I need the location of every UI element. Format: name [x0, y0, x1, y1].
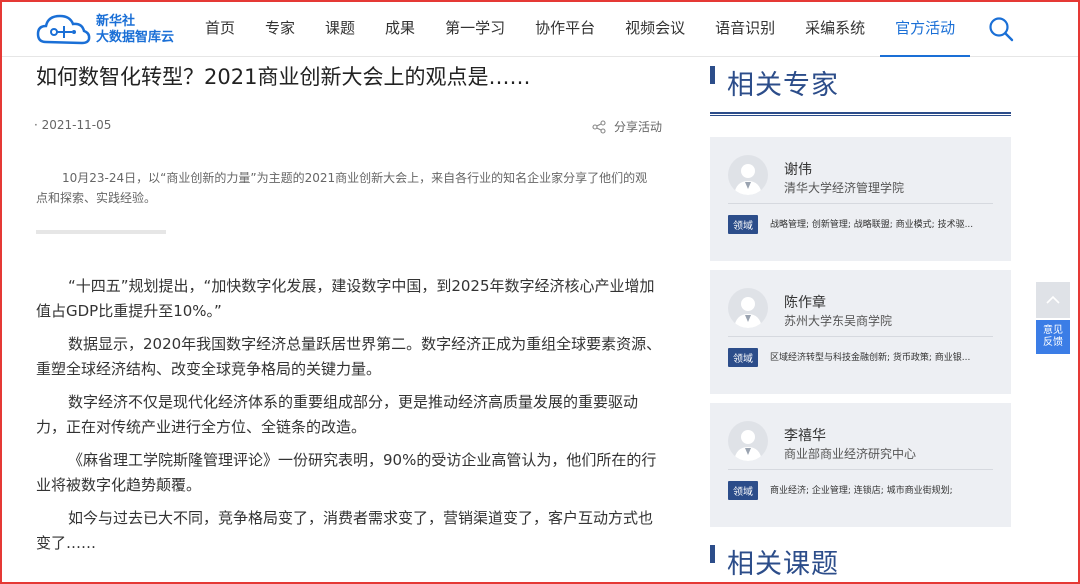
main-nav: 首页 专家 课题 成果 第一学习 协作平台 视频会议 语音识别 采编系统 官方活…: [190, 0, 971, 57]
related-experts-heading: 相关专家: [710, 60, 1012, 104]
nav-item-video[interactable]: 视频会议: [610, 0, 700, 57]
expert-org: 苏州大学东吴商学院: [784, 314, 893, 328]
article-body: “十四五”规划提出，“加快数字化发展，建设数字中国，到2025年数字经济核心产业…: [36, 274, 664, 556]
heading-underline: [710, 112, 1011, 116]
share-icon: [592, 119, 606, 134]
sidebar: 相关专家 谢伟 清华大学经济管理学院 领域 战略管理; 创新管理; 战略联盟; …: [710, 60, 1012, 583]
nav-item-learning[interactable]: 第一学习: [430, 0, 520, 57]
expert-name: 李禧华: [784, 428, 826, 444]
expert-list: 谢伟 清华大学经济管理学院 领域 战略管理; 创新管理; 战略联盟; 商业模式;…: [710, 137, 1012, 527]
share-label: 分享活动: [613, 120, 662, 134]
summary-divider: [36, 230, 166, 234]
person-icon: [734, 297, 762, 328]
heading-bar: [710, 66, 715, 84]
person-icon: [734, 430, 762, 461]
field-tag: 领域: [728, 348, 758, 367]
logo-line-1: 新华社: [96, 14, 136, 29]
article: 如何数智化转型？2021商业创新大会上的观点是…… · 2021-11-05 分…: [34, 60, 664, 564]
publish-date: · 2021-11-05: [34, 118, 112, 132]
expert-card[interactable]: 谢伟 清华大学经济管理学院 领域 战略管理; 创新管理; 战略联盟; 商业模式;…: [710, 137, 1011, 261]
expert-card[interactable]: 陈作章 苏州大学东吴商学院 领域 区域经济转型与科技金融创新; 货币政策; 商业…: [710, 270, 1011, 394]
expert-fields: 区域经济转型与科技金融创新; 货币政策; 商业银...: [770, 353, 971, 363]
nav-item-topics[interactable]: 课题: [310, 0, 370, 57]
search-icon[interactable]: [988, 16, 1014, 42]
avatar: [728, 155, 768, 195]
related-topics-heading: 相关课题: [710, 539, 1012, 583]
back-to-top-button[interactable]: [1036, 282, 1070, 318]
nav-item-speech[interactable]: 语音识别: [700, 0, 790, 57]
cloud-logo-icon: [36, 14, 91, 45]
article-summary: 10月23-24日，以“商业创新的力量”为主题的2021商业创新大会上，来自各行…: [36, 171, 648, 205]
related-experts-title: 相关专家: [727, 69, 839, 101]
field-tag: 领域: [728, 481, 758, 500]
nav-item-editing[interactable]: 采编系统: [790, 0, 880, 57]
article-meta: · 2021-11-05 分享活动: [34, 118, 664, 138]
nav-item-events[interactable]: 官方活动: [880, 0, 971, 57]
avatar: [728, 288, 768, 328]
top-header: 新华社 大数据智库云 首页 专家 课题 成果 第一学习 协作平台 视频会议 语音…: [0, 0, 1080, 57]
expert-fields: 战略管理; 创新管理; 战略联盟; 商业模式; 技术驱...: [770, 220, 974, 230]
heading-bar: [710, 545, 715, 563]
article-title: 如何数智化转型？2021商业创新大会上的观点是……: [36, 65, 531, 89]
card-divider: [728, 203, 993, 204]
article-paragraph: 《麻省理工学院斯隆管理评论》一份研究表明，90%的受访企业高管认为，他们所在的行…: [36, 451, 657, 494]
expert-name: 陈作章: [784, 295, 826, 311]
avatar: [728, 421, 768, 461]
expert-org: 商业部商业经济研究中心: [784, 447, 917, 461]
card-divider: [728, 336, 993, 337]
nav-item-experts[interactable]: 专家: [250, 0, 310, 57]
article-paragraph: “十四五”规划提出，“加快数字化发展，建设数字中国，到2025年数字经济核心产业…: [36, 277, 655, 320]
feedback-line-1: 意见: [1043, 325, 1063, 336]
expert-fields: 商业经济; 企业管理; 连锁店; 城市商业街规划;: [770, 486, 953, 496]
feedback-line-2: 反馈: [1043, 337, 1063, 348]
expert-name: 谢伟: [784, 162, 812, 178]
logo-line-2: 大数据智库云: [96, 30, 175, 45]
expert-org: 清华大学经济管理学院: [784, 181, 905, 195]
person-icon: [734, 164, 762, 195]
article-paragraph: 如今与过去已大不同，竞争格局变了，消费者需求变了，营销渠道变了，客户互动方式也变…: [36, 509, 654, 552]
nav-item-results[interactable]: 成果: [370, 0, 430, 57]
chevron-up-icon: [1046, 295, 1060, 304]
expert-card[interactable]: 李禧华 商业部商业经济研究中心 领域 商业经济; 企业管理; 连锁店; 城市商业…: [710, 403, 1011, 527]
nav-item-home[interactable]: 首页: [190, 0, 250, 57]
nav-item-collab[interactable]: 协作平台: [520, 0, 610, 57]
related-topics-title: 相关课题: [727, 548, 839, 580]
article-paragraph: 数字经济不仅是现代化经济体系的重要组成部分，更是推动经济高质量发展的重要驱动力，…: [36, 393, 639, 436]
feedback-button[interactable]: 意见 反馈: [1036, 320, 1070, 354]
card-divider: [728, 469, 993, 470]
share-button[interactable]: 分享活动: [592, 118, 662, 135]
logo-text: 新华社 大数据智库云: [96, 14, 174, 46]
article-paragraph: 数据显示，2020年我国数字经济总量跃居世界第二。数字经济正成为重组全球要素资源…: [36, 335, 662, 378]
site-logo[interactable]: 新华社 大数据智库云: [36, 12, 174, 48]
field-tag: 领域: [728, 215, 758, 234]
